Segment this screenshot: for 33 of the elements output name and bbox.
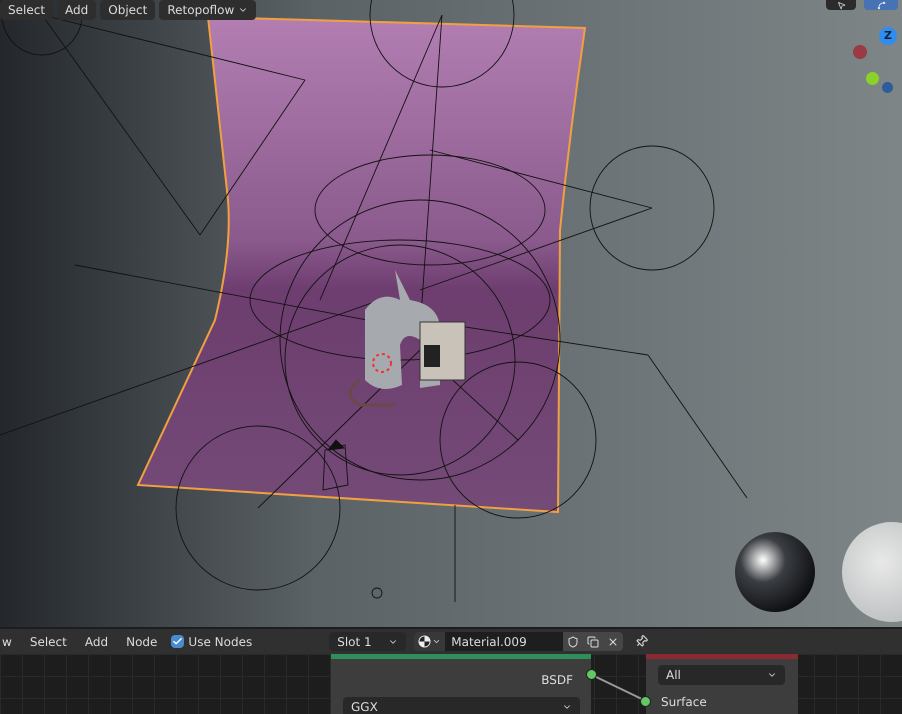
menu-item[interactable]: Object [100, 0, 156, 20]
menu-item[interactable]: Node [126, 632, 158, 650]
output-socket-label: BSDF [541, 672, 573, 689]
cursor-icon [836, 0, 846, 10]
curve-tool-button[interactable] [864, 0, 898, 10]
material-sphere-icon [418, 635, 432, 648]
copy-icon [587, 636, 600, 648]
distribution-dropdown[interactable]: GGX [343, 697, 580, 714]
curve-icon [876, 0, 886, 10]
pin-button[interactable] [635, 635, 648, 648]
select-tool-button[interactable] [826, 0, 856, 10]
shader-node[interactable]: BSDF GGX [331, 654, 591, 714]
output-node[interactable]: All Surface [646, 654, 798, 714]
mode-dropdown[interactable]: Retopoflow [159, 0, 256, 20]
close-icon [607, 636, 620, 648]
fake-user-button[interactable] [563, 632, 584, 651]
caret-icon [432, 637, 442, 646]
material-name-field[interactable]: Material.009 [445, 632, 564, 651]
shield-icon [567, 636, 580, 648]
menu-item[interactable]: Select [30, 632, 67, 650]
slot-dropdown[interactable]: Slot 1 [329, 632, 406, 651]
unlink-button[interactable] [603, 632, 624, 651]
input-socket[interactable] [640, 696, 651, 707]
input-socket-label: Surface [661, 694, 707, 711]
target-dropdown[interactable]: All [658, 665, 785, 685]
menu-item[interactable]: Add [84, 632, 108, 650]
menu-item[interactable]: Select [0, 0, 54, 20]
use-nodes-checkbox[interactable]: Use Nodes [171, 632, 252, 650]
menu-item[interactable]: Add [57, 0, 96, 20]
menu-item[interactable]: w [2, 632, 12, 650]
check-icon [172, 636, 184, 647]
output-socket[interactable] [586, 669, 597, 680]
material-browse-button[interactable] [414, 632, 446, 651]
